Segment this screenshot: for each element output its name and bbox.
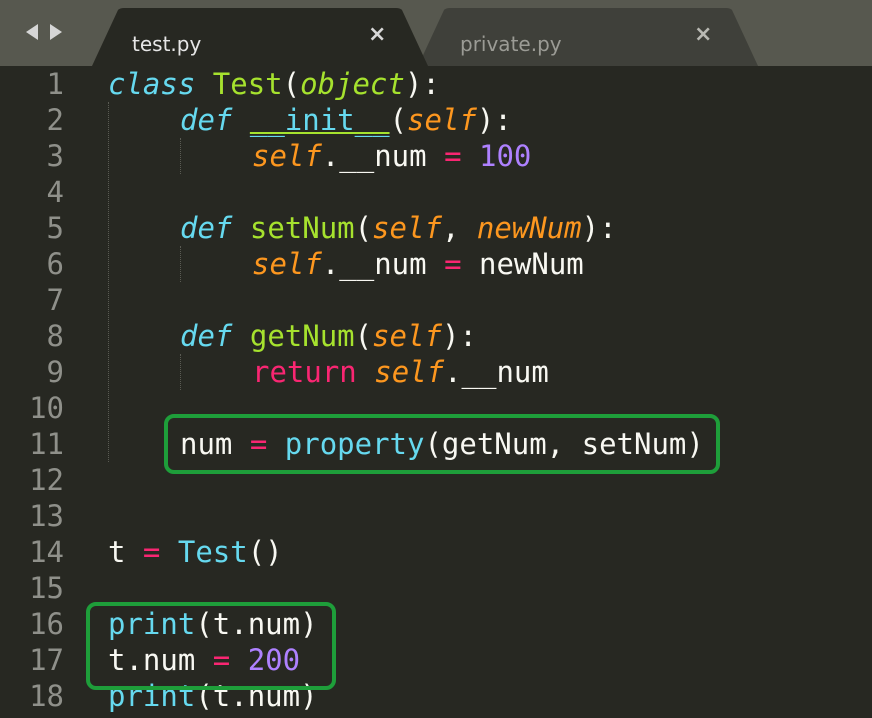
class-call: Test [177, 535, 248, 569]
punctuation: ): [581, 211, 617, 245]
line-number: 11 [29, 427, 64, 461]
tab-label: test.py [132, 32, 202, 56]
tab-private-py[interactable]: private.py × [418, 8, 758, 66]
punctuation: ): [404, 67, 440, 101]
line-number: 10 [29, 391, 64, 425]
highlight-box [86, 602, 336, 690]
code-line: t = Test() [108, 534, 283, 570]
line-number: 14 [29, 535, 64, 569]
indent-guide [180, 246, 181, 282]
line-number: 6 [46, 247, 64, 281]
tab-bar: private.py × test.py × [0, 0, 872, 66]
line-number: 2 [46, 103, 64, 137]
base-class: object [300, 67, 405, 101]
line-number: 12 [29, 463, 64, 497]
attribute: .__num [321, 247, 445, 281]
line-number: 16 [29, 607, 64, 641]
punctuation: ( [354, 211, 373, 245]
close-icon[interactable]: × [694, 22, 712, 47]
highlight-box [164, 414, 720, 474]
punctuation: () [247, 535, 283, 569]
line-number: 17 [29, 643, 64, 677]
line-number: 4 [46, 175, 64, 209]
close-icon[interactable]: × [368, 22, 386, 47]
line-number: 3 [46, 139, 64, 173]
code-line: return self.__num [252, 354, 549, 390]
code-line: def __init__(self): [180, 102, 512, 138]
attribute: .__num [444, 355, 549, 389]
code-line: class Test(object): [108, 66, 440, 102]
operator: = [444, 139, 462, 173]
operator: = [142, 535, 161, 569]
arrow-right-icon[interactable] [50, 24, 62, 40]
keyword: def [180, 319, 233, 353]
line-number: 1 [46, 67, 64, 101]
punctuation: , [441, 211, 477, 245]
punctuation: ( [282, 67, 301, 101]
line-number: 13 [29, 499, 64, 533]
attribute: .__num [321, 139, 445, 173]
function-name: setNum [249, 211, 355, 245]
function-name: __init__ [249, 103, 390, 137]
parameter: self [407, 103, 477, 137]
keyword: def [180, 103, 233, 137]
punctuation: ): [441, 319, 477, 353]
line-number: 15 [29, 571, 64, 605]
variable: newNum [461, 247, 584, 281]
code-line: def setNum(self, newNum): [180, 210, 617, 246]
code-line: def getNum(self): [180, 318, 477, 354]
indent-guide [108, 102, 109, 462]
line-number: 7 [46, 283, 64, 317]
arrow-left-icon[interactable] [26, 24, 38, 40]
line-number: 9 [46, 355, 64, 389]
line-number: 5 [46, 211, 64, 245]
self-reference: self [252, 139, 322, 173]
parameter: self [372, 211, 442, 245]
variable: t [108, 535, 143, 569]
parameter: newNum [476, 211, 582, 245]
tab-label: private.py [460, 32, 562, 56]
punctuation: ): [476, 103, 512, 137]
nav-arrows [20, 20, 70, 44]
indent-guide [180, 138, 181, 174]
function-name: getNum [249, 319, 355, 353]
number: 100 [479, 139, 532, 173]
code-line: self.__num = 100 [252, 138, 531, 174]
punctuation: ( [354, 319, 373, 353]
code-line: self.__num = newNum [252, 246, 584, 282]
operator: = [444, 247, 462, 281]
keyword: class [108, 67, 196, 101]
self-reference: self [374, 355, 445, 389]
line-number: 18 [29, 679, 64, 713]
parameter: self [372, 319, 442, 353]
self-reference: self [252, 247, 322, 281]
punctuation: ( [389, 103, 408, 137]
keyword: return [252, 355, 357, 389]
tab-test-py[interactable]: test.py × [92, 8, 428, 66]
indent-guide [180, 354, 181, 390]
code-editor[interactable]: 1 2 3 4 5 6 7 8 9 10 11 12 13 14 15 16 1… [0, 66, 872, 718]
class-name: Test [212, 67, 283, 101]
keyword: def [180, 211, 233, 245]
line-number: 8 [46, 319, 64, 353]
